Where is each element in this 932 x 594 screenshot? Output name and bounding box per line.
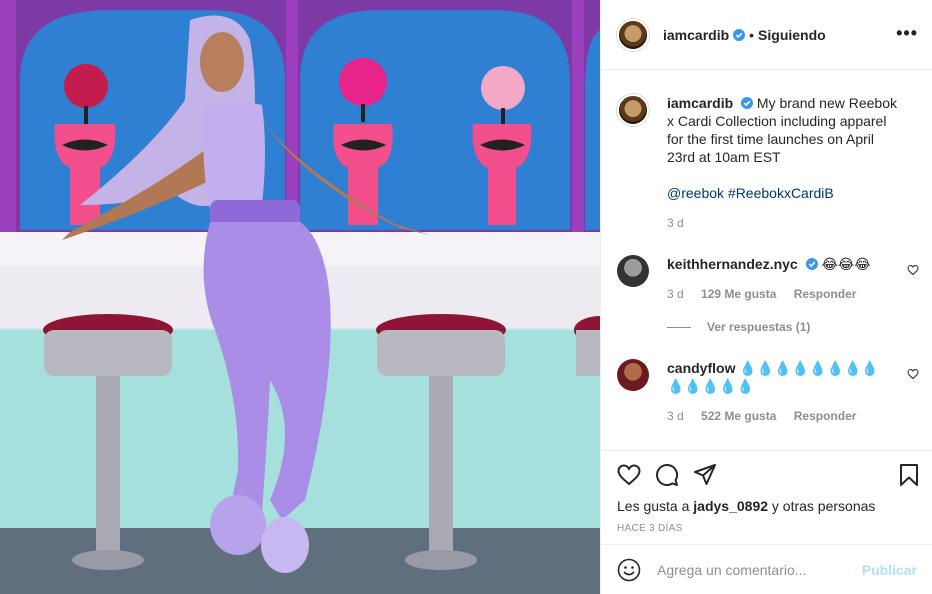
verified-badge-icon [741,97,754,109]
likes-summary: Les gusta a jadys_0892 y otras personas [617,498,875,514]
comment-likes[interactable]: 522 Me gusta [701,409,776,423]
author-avatar[interactable] [617,18,649,51]
comment-input[interactable] [657,561,857,578]
commenter-avatar[interactable] [617,359,649,391]
separator-dot: • [749,26,755,43]
verified-badge-icon [733,28,746,41]
comment-body: keithhernandez.nyc 😂😂😂 3 d 129 Me gusta … [667,255,899,303]
like-comment-heart-icon[interactable] [907,264,919,276]
likes-user[interactable]: jadys_0892 [693,498,768,514]
author-username[interactable]: iamcardib [663,27,729,43]
comment-meta: 3 d 129 Me gusta Responder [667,285,899,303]
action-icons [617,463,717,487]
comment-bubble-icon[interactable] [655,463,679,487]
likes-suffix[interactable]: y otras personas [772,498,876,514]
caption-avatar[interactable] [617,94,649,126]
like-heart-icon[interactable] [617,463,641,487]
caption-body: iamcardib My brand new Reebok x Cardi Co… [667,94,899,232]
caption-tags[interactable]: @reebok #ReebokxCardiB [667,184,899,202]
comment-likes[interactable]: 129 Me gusta [701,287,776,301]
following-button[interactable]: Siguiendo [758,27,826,43]
more-options-icon[interactable]: ••• [896,24,918,42]
comment-body: candyflow 💧💧💧💧💧💧💧💧 💧💧💧💧💧 3 d 522 Me gust… [667,359,899,425]
post-photo[interactable] [0,0,600,594]
share-paper-plane-icon[interactable] [693,463,717,487]
caption-meta: 3 d [667,214,899,232]
post-timestamp[interactable]: HACE 3 DÍAS [617,523,683,534]
post-actions: Les gusta a jadys_0892 y otras personas … [601,450,932,544]
reply-button[interactable]: Responder [794,409,857,423]
comment-item: candyflow 💧💧💧💧💧💧💧💧 💧💧💧💧💧 3 d 522 Me gust… [617,359,917,425]
post-image [0,0,600,594]
commenter-avatar[interactable] [617,255,649,287]
caption: iamcardib My brand new Reebok x Cardi Co… [617,94,917,232]
comment-age[interactable]: 3 d [667,409,684,423]
publish-button[interactable]: Publicar [862,562,917,578]
caption-username[interactable]: iamcardib [667,95,733,111]
comment-text: 😂😂😂 [821,256,871,272]
add-comment-bar: Publicar [601,544,932,594]
likes-prefix: Les gusta a [617,498,690,514]
comment-item: keithhernandez.nyc 😂😂😂 3 d 129 Me gusta … [617,255,917,303]
view-replies-label[interactable]: Ver respuestas (1) [707,320,810,334]
verified-badge-icon [805,258,818,270]
comments-list[interactable]: iamcardib My brand new Reebok x Cardi Co… [601,71,932,449]
instagram-post: iamcardib • Siguiendo ••• iamcardib My b… [0,0,932,594]
caption-age[interactable]: 3 d [667,216,684,230]
post-header: iamcardib • Siguiendo ••• [601,0,932,70]
comment-username[interactable]: candyflow [667,360,735,376]
emoji-smiley-icon[interactable] [617,558,641,582]
comment-username[interactable]: keithhernandez.nyc [667,256,798,272]
view-replies-button[interactable]: Ver respuestas (1) [667,320,810,334]
replies-divider-line [667,326,691,328]
comment-age[interactable]: 3 d [667,287,684,301]
like-comment-heart-icon[interactable] [907,368,919,380]
reply-button[interactable]: Responder [794,287,857,301]
save-bookmark-icon[interactable] [897,463,921,487]
post-side-panel: iamcardib • Siguiendo ••• iamcardib My b… [600,0,932,594]
comment-meta: 3 d 522 Me gusta Responder [667,407,899,425]
